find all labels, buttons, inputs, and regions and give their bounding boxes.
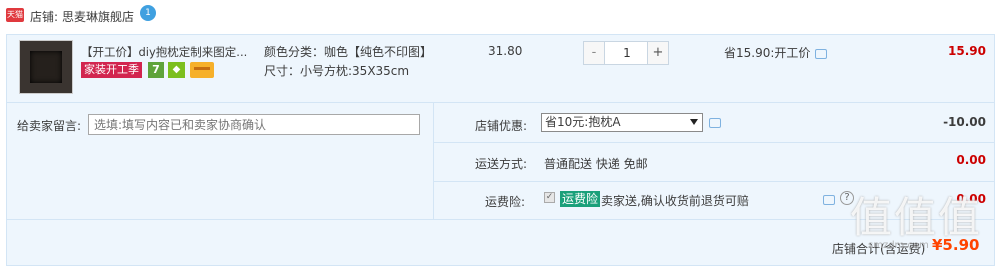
quality-guarantee-icon[interactable]: ◆ bbox=[168, 62, 185, 78]
message-label: 给卖家留言: bbox=[17, 119, 82, 133]
unit-price: 31.80 bbox=[488, 44, 523, 58]
sku-size: 尺寸：小号方枕:35X35cm bbox=[264, 64, 410, 78]
sku-color: 颜色分类：咖色【纯色不印图】 bbox=[264, 45, 433, 59]
quantity-input[interactable]: 1 bbox=[606, 42, 648, 64]
order-extras-panel: 给卖家留言: 店铺优惠: 省10元:抱枕A -10.00 运送方式: 普通配送 … bbox=[6, 103, 995, 220]
coupon-label: 店铺优惠: bbox=[475, 119, 528, 133]
insurance-tag: 运费险 bbox=[560, 191, 601, 207]
insurance-label: 运费险: bbox=[485, 195, 526, 209]
dropdown-arrow-icon bbox=[690, 119, 698, 125]
coupon-selected-value: 省10元:抱枕A bbox=[545, 115, 621, 129]
coupon-select[interactable]: 省10元:抱枕A bbox=[541, 113, 703, 132]
shop-header: 天猫 店铺: 思麦琳旗舰店 1 bbox=[0, 0, 995, 34]
shop-total-row: 店铺合计(含运费) ¥5.90 bbox=[6, 220, 995, 266]
quantity-increase-button[interactable]: + bbox=[647, 42, 668, 64]
wangwang-chat-icon[interactable]: 1 bbox=[140, 5, 156, 21]
tmall-logo-icon: 天猫 bbox=[6, 8, 24, 22]
shop-label: 店铺: bbox=[30, 10, 59, 24]
divider bbox=[434, 142, 995, 143]
item-subtotal: 15.90 bbox=[948, 44, 986, 58]
shop-total-label: 店铺合计(含运费) bbox=[832, 242, 926, 256]
discount-info: 省15.90:开工价 bbox=[724, 44, 828, 61]
product-thumbnail[interactable] bbox=[19, 40, 73, 94]
seven-day-return-icon[interactable]: 7 bbox=[148, 62, 164, 78]
credit-card-icon[interactable] bbox=[190, 62, 214, 78]
comment-icon[interactable] bbox=[823, 195, 835, 205]
shop-name-link[interactable]: 思麦琳旗舰店 bbox=[62, 8, 134, 25]
help-icon[interactable]: ? bbox=[840, 191, 854, 205]
coupon-amount: -10.00 bbox=[943, 115, 986, 129]
quantity-decrease-button[interactable]: - bbox=[584, 42, 605, 64]
insurance-description: 卖家送,确认收货前退货可赔 bbox=[601, 194, 749, 208]
insurance-amount: 0.00 bbox=[956, 192, 986, 206]
shipping-amount: 0.00 bbox=[956, 153, 986, 167]
promo-tag[interactable]: 家装开工季 bbox=[81, 62, 142, 78]
shipping-label: 运送方式: bbox=[475, 157, 528, 171]
insurance-checkbox[interactable]: ✓ bbox=[544, 192, 555, 203]
product-title-link[interactable]: 【开工价】diy抱枕定制来图定... bbox=[81, 44, 253, 60]
discount-text: 省15.90:开工价 bbox=[724, 46, 811, 60]
quantity-stepper: - 1 + bbox=[583, 41, 669, 65]
seller-message-input[interactable] bbox=[88, 114, 420, 135]
divider bbox=[433, 103, 434, 220]
comment-icon[interactable] bbox=[815, 48, 828, 59]
comment-icon[interactable] bbox=[709, 118, 721, 128]
divider bbox=[434, 181, 995, 182]
cart-item-row: 【开工价】diy抱枕定制来图定... 家装开工季 7 ◆ 颜色分类：咖色【纯色不… bbox=[6, 34, 995, 103]
shipping-method: 普通配送 快递 免邮 bbox=[544, 157, 648, 171]
shop-total-amount: ¥5.90 bbox=[932, 236, 980, 254]
